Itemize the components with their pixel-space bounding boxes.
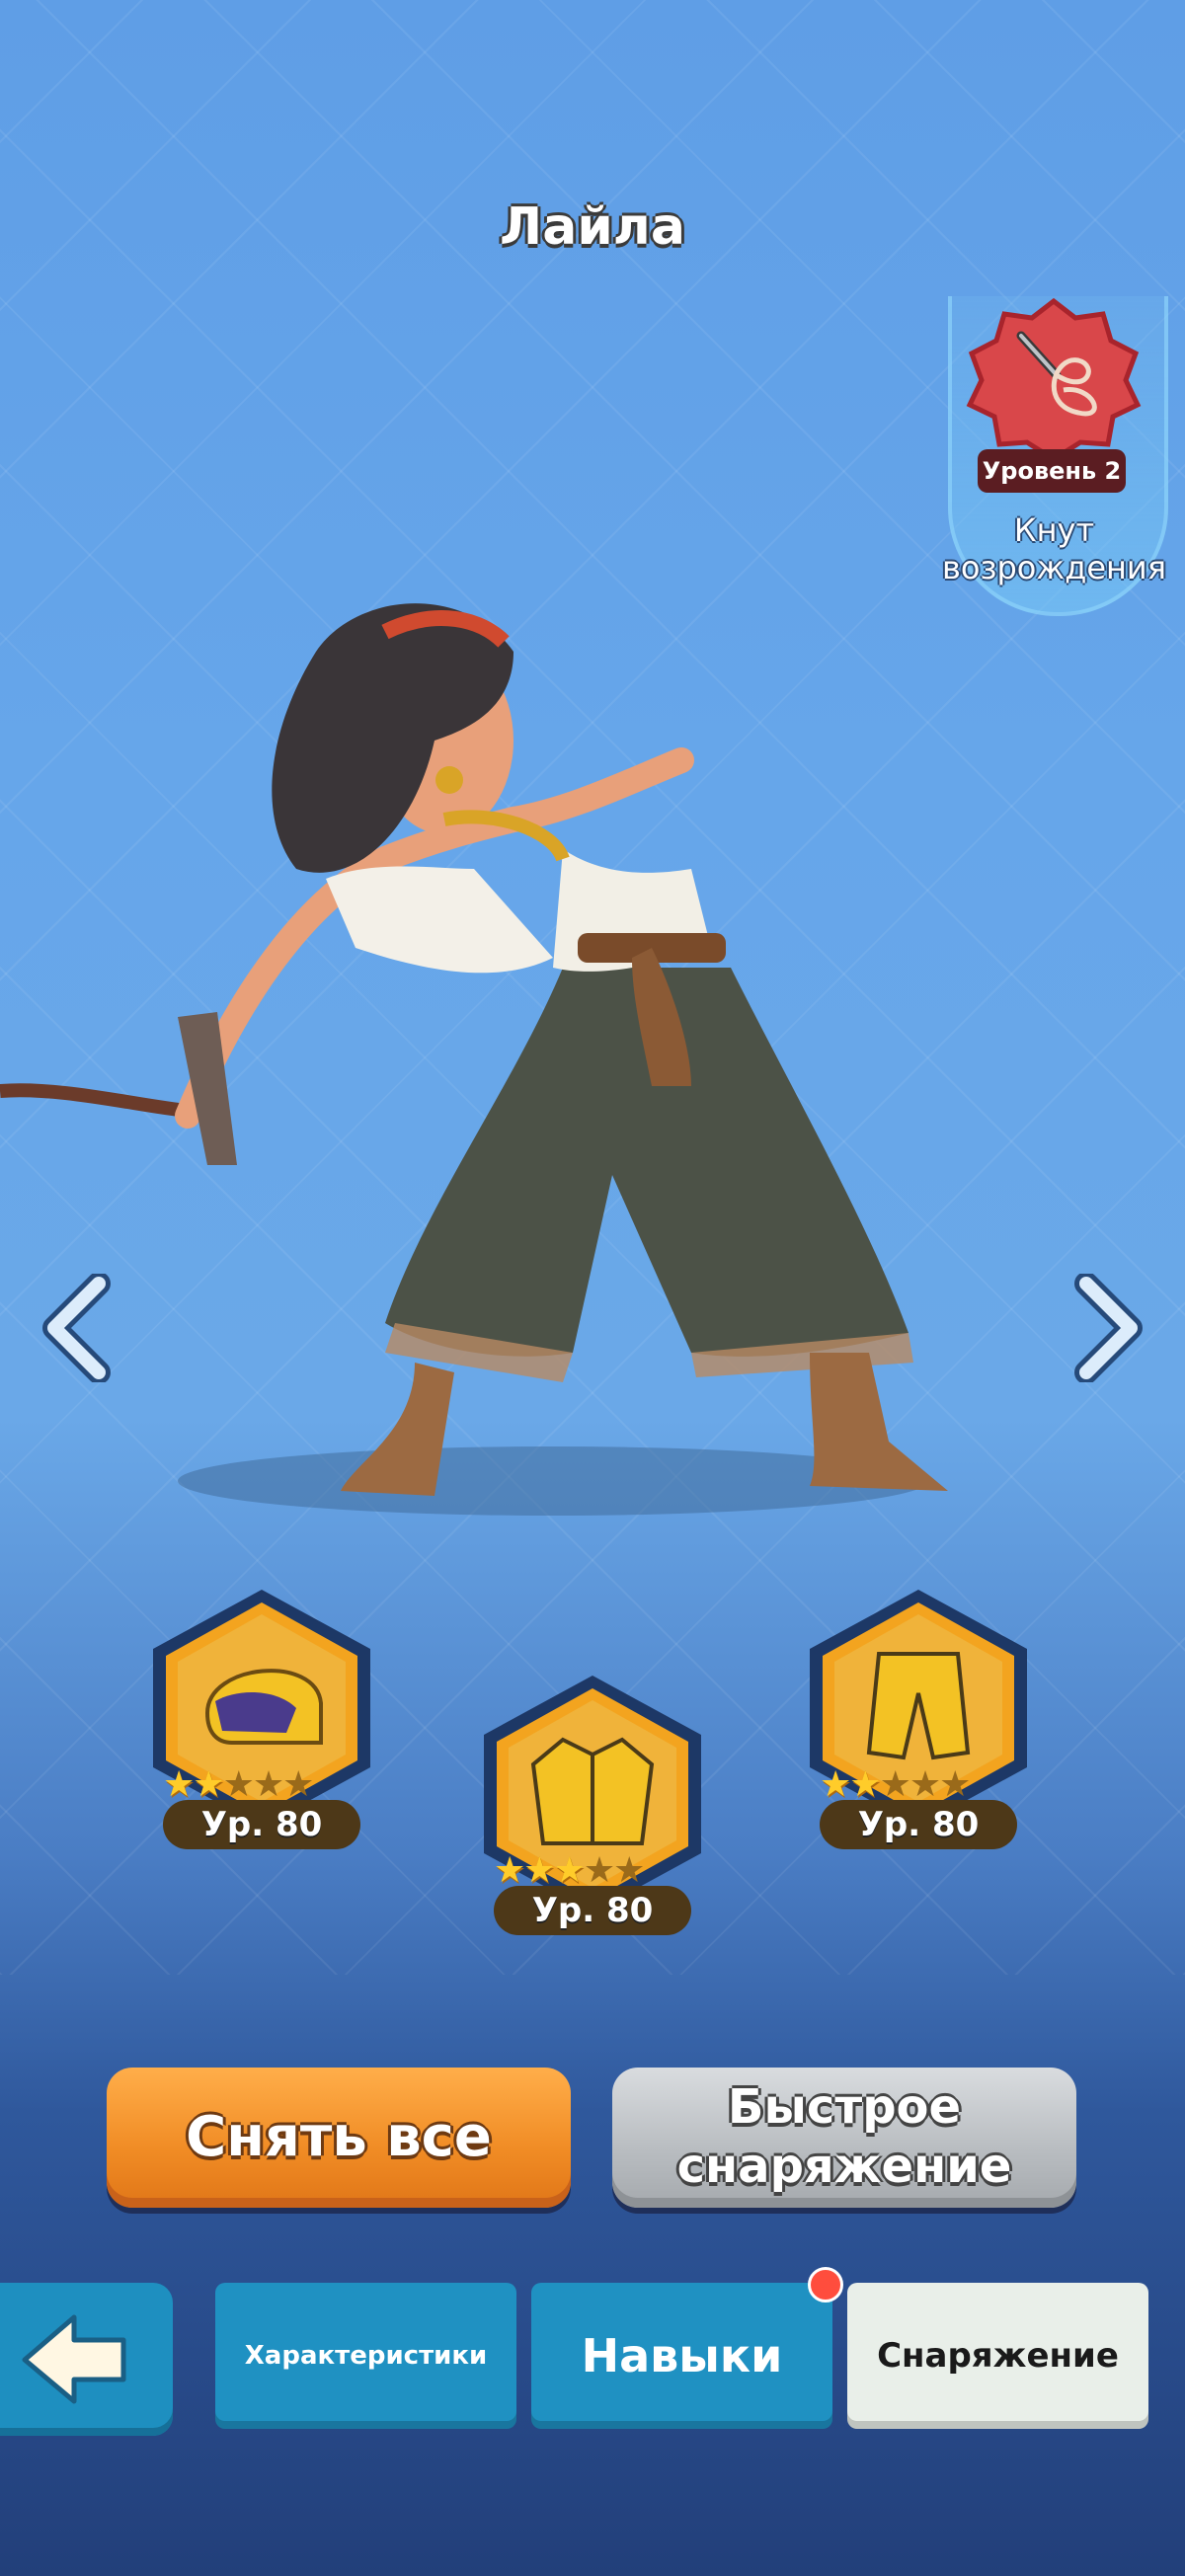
tab-characteristics[interactable]: Характеристики	[215, 2283, 516, 2429]
quick-equip-button[interactable]: Быстрое снаряжение	[612, 2068, 1076, 2208]
tab-equipment[interactable]: Снаряжение	[847, 2283, 1148, 2429]
unequip-all-button[interactable]: Снять все	[107, 2068, 571, 2208]
hero-name: Лайла	[500, 197, 685, 257]
quick-equip-label-line1: Быстрое	[727, 2079, 962, 2135]
jacket-icon	[530, 1737, 655, 1845]
notification-badge	[808, 2267, 843, 2303]
weapon-name-text: Кнут возрождения	[942, 511, 1166, 586]
star-rating: ★★★★★	[163, 1764, 314, 1805]
equipment-slot-pants[interactable]: ★★★★★ Ур. 80	[795, 1585, 1042, 1871]
star-rating: ★★★★★	[494, 1850, 645, 1891]
previous-hero-arrow[interactable]	[40, 1274, 118, 1382]
equipment-slot-jacket[interactable]: ★★★★★ Ур. 80	[469, 1671, 716, 1957]
weapon-name: Кнут возрождения	[928, 511, 1180, 586]
equipment-slot-helmet[interactable]: ★★★★★ Ур. 80	[138, 1585, 385, 1871]
equipment-level: Ур. 80	[820, 1800, 1017, 1849]
next-hero-arrow[interactable]	[1066, 1274, 1146, 1382]
star-rating: ★★★★★	[820, 1764, 971, 1805]
back-arrow-icon	[22, 2314, 126, 2404]
helmet-icon	[204, 1669, 323, 1745]
hero-character	[0, 603, 948, 1516]
quick-equip-label-line2: снаряжение	[676, 2139, 1012, 2194]
tab-skills[interactable]: Навыки	[531, 2283, 832, 2429]
equipment-level: Ур. 80	[163, 1800, 360, 1849]
weapon-level: Уровень 2	[978, 449, 1126, 493]
equipment-level: Ур. 80	[494, 1886, 691, 1935]
back-button[interactable]	[0, 2283, 173, 2436]
